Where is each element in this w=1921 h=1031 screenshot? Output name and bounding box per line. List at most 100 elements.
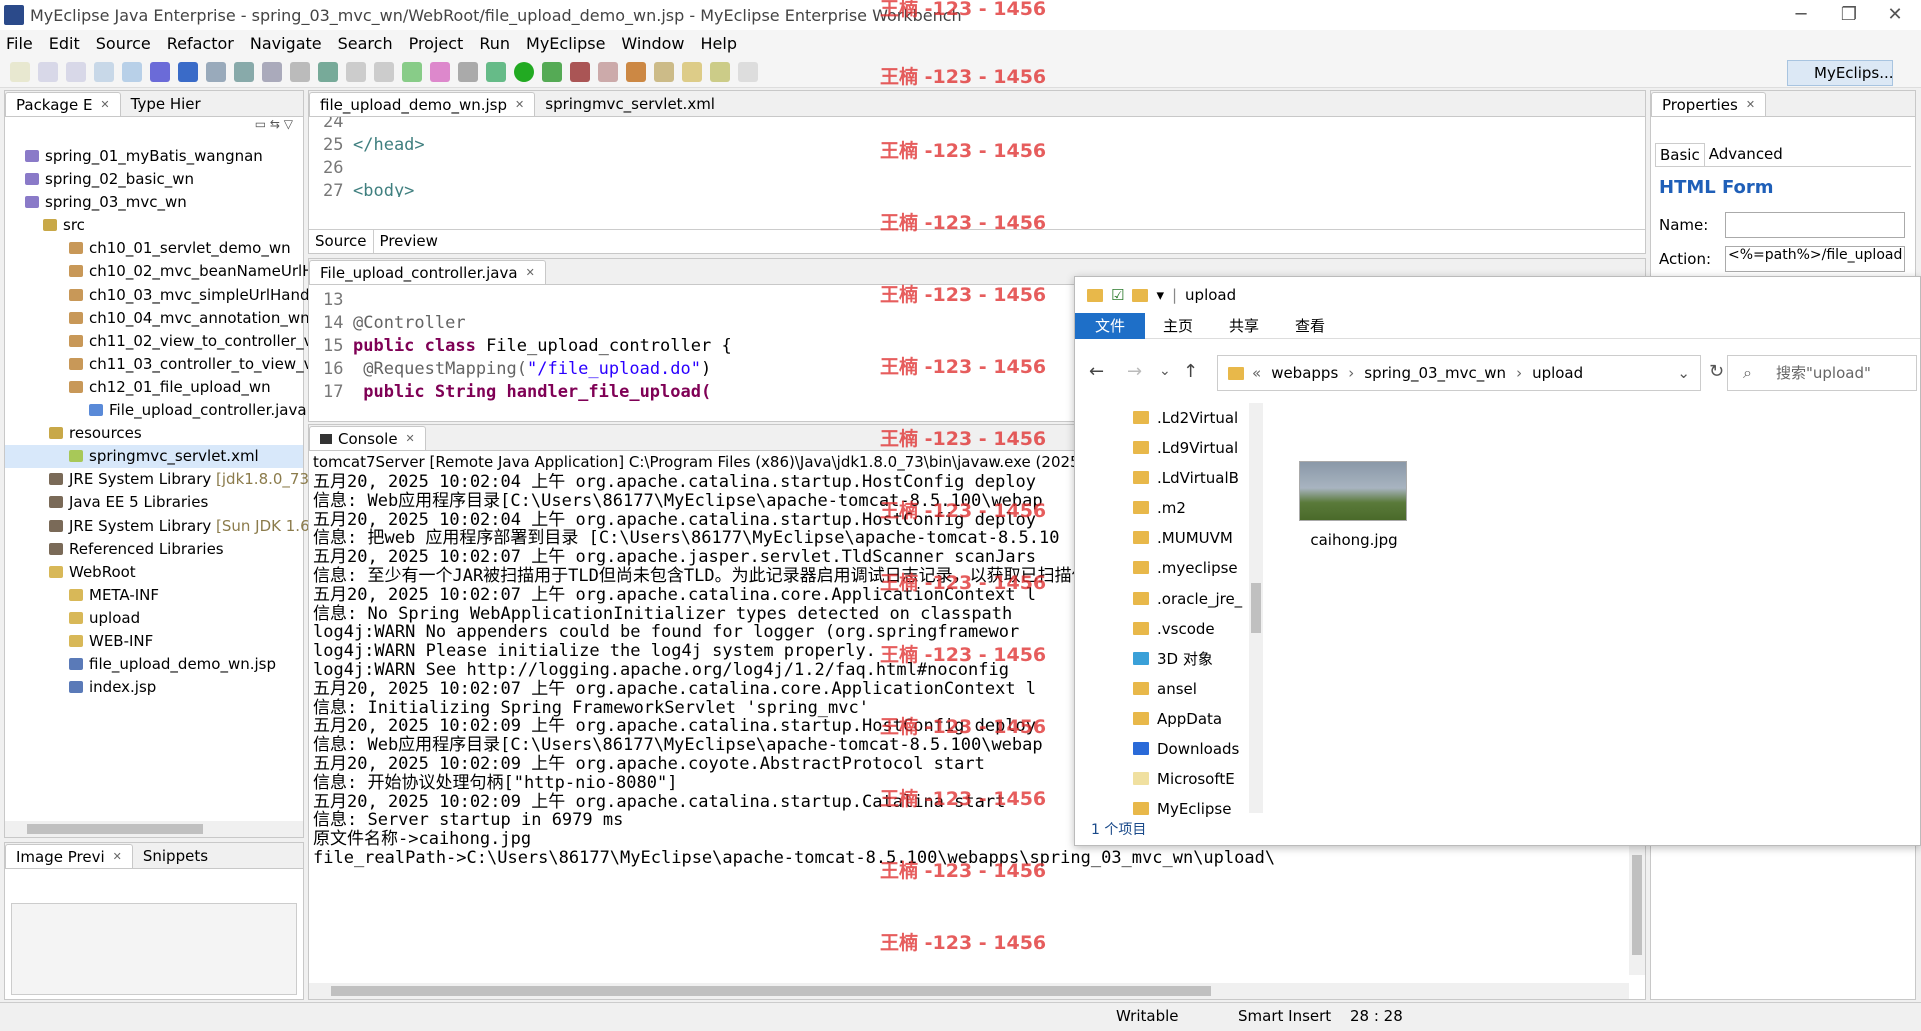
nav-item[interactable]: .Ld2Virtual — [1133, 403, 1247, 433]
browser-icon[interactable] — [206, 61, 226, 82]
breadcrumb-upload[interactable]: upload — [1532, 364, 1583, 382]
last-edit-icon[interactable] — [682, 61, 702, 82]
nav-item[interactable]: .myeclipse — [1133, 553, 1247, 583]
nav-item[interactable]: MicrosoftE — [1133, 764, 1247, 794]
menu-window[interactable]: Window — [621, 34, 684, 53]
tree-item[interactable]: WebRoot — [5, 561, 303, 584]
tab-file-upload-demo-jsp[interactable]: file_upload_demo_wn.jsp ✕ — [309, 92, 536, 116]
close-button[interactable]: ✕ — [1875, 2, 1915, 28]
tree-item[interactable]: JRE System Library [Sun JDK 1.6. — [5, 515, 314, 538]
build-icon[interactable] — [402, 61, 422, 82]
menu-refactor[interactable]: Refactor — [167, 34, 234, 53]
recent-dropdown-icon[interactable]: ⌄ — [1159, 363, 1171, 379]
tree-item[interactable]: WEB-INF — [5, 630, 303, 653]
nav-item[interactable]: AppData — [1133, 704, 1247, 734]
tree-item[interactable]: ch12_01_file_upload_wn — [5, 376, 303, 399]
prev-annotation-icon[interactable] — [654, 61, 674, 82]
nav-pane-scrollbar[interactable] — [1249, 403, 1263, 813]
nav-back-icon[interactable]: ← — [1089, 361, 1104, 382]
tree-item[interactable]: ch10_04_mvc_annotation_wn — [5, 307, 310, 330]
tab-image-preview[interactable]: Image Previ ✕ — [5, 844, 133, 868]
tab-type-hierarchy[interactable]: Type Hier — [121, 92, 211, 116]
menu-source[interactable]: Source — [96, 34, 151, 53]
tree-item[interactable]: spring_03_mvc_wn — [5, 191, 303, 214]
next-annotation-icon[interactable] — [626, 61, 646, 82]
scroll-thumb[interactable] — [27, 824, 203, 834]
deploy-icon[interactable] — [150, 61, 170, 82]
tree-item[interactable]: ch10_01_servlet_demo_wn — [5, 237, 303, 260]
close-icon[interactable]: ✕ — [1746, 93, 1755, 117]
nav-item[interactable]: Downloads — [1133, 734, 1247, 764]
close-icon[interactable]: ✕ — [406, 427, 415, 451]
tree-item[interactable]: resources — [5, 422, 303, 445]
tree-item[interactable]: springmvc_servlet.xml — [5, 445, 303, 469]
connect-icon[interactable] — [234, 61, 254, 82]
scroll-thumb[interactable] — [1632, 855, 1642, 955]
explorer-horizontal-scrollbar[interactable] — [5, 821, 303, 837]
menu-help[interactable]: Help — [701, 34, 737, 53]
ribbon-view-tab[interactable]: 查看 — [1277, 315, 1343, 336]
run-last-icon[interactable] — [542, 61, 562, 82]
action-field[interactable]: <%=path%>/file_upload — [1725, 246, 1905, 272]
stop-icon[interactable] — [598, 61, 618, 82]
tree-item[interactable]: file_upload_demo_wn.jsp — [5, 653, 303, 676]
menu-file[interactable]: File — [6, 34, 33, 53]
task-icon[interactable] — [290, 61, 310, 82]
breadcrumb-overflow[interactable]: « — [1252, 364, 1261, 382]
tab-preview[interactable]: Preview — [374, 230, 444, 253]
nav-forward-icon[interactable] — [738, 61, 758, 82]
scroll-thumb[interactable] — [1251, 583, 1261, 633]
new-icon[interactable] — [10, 61, 30, 82]
tab-console[interactable]: Console ✕ — [309, 426, 426, 450]
nav-item[interactable]: .Ld9Virtual — [1133, 433, 1247, 463]
tab-springmvc-servlet-xml[interactable]: springmvc_servlet.xml — [535, 92, 725, 116]
tree-item[interactable]: File_upload_controller.java — [5, 399, 307, 422]
back-icon[interactable] — [346, 61, 366, 82]
tree-item[interactable]: Java EE 5 Libraries — [5, 491, 303, 514]
address-dropdown-icon[interactable]: ⌄ — [1677, 364, 1690, 382]
link-editor-icon[interactable]: ⇆ — [270, 117, 280, 131]
nav-up-icon[interactable]: ↑ — [1183, 361, 1198, 382]
nav-item[interactable]: .LdVirtualB — [1133, 463, 1247, 493]
tree-item[interactable]: ch10_03_mvc_simpleUrlHandl — [5, 284, 314, 307]
console-horizontal-scrollbar[interactable] — [309, 983, 1629, 999]
wizard-icon[interactable] — [262, 61, 282, 82]
save-all-icon[interactable] — [66, 61, 86, 82]
nav-item[interactable]: .m2 — [1133, 493, 1247, 523]
maximize-button[interactable]: ❐ — [1829, 2, 1869, 28]
server-icon[interactable] — [178, 61, 198, 82]
run-icon[interactable] — [514, 61, 534, 82]
tree-item[interactable]: upload — [5, 607, 303, 630]
forward-icon[interactable] — [374, 61, 394, 82]
palette-icon[interactable] — [430, 61, 450, 82]
tree-item[interactable]: spring_02_basic_wn — [5, 168, 303, 191]
breadcrumb-spring-03-mvc-wn[interactable]: spring_03_mvc_wn — [1364, 364, 1506, 382]
nav-item[interactable]: .oracle_jre_ — [1133, 584, 1247, 614]
tree-item[interactable]: spring_01_myBatis_wangnan — [5, 145, 303, 168]
address-bar[interactable]: « webapps › spring_03_mvc_wn › upload ⌄ — [1217, 355, 1701, 391]
tree-item[interactable]: ch10_02_mvc_beanNameUrlH — [5, 260, 313, 283]
file-item-caihong[interactable]: caihong.jpg — [1299, 461, 1409, 549]
close-icon[interactable]: ✕ — [526, 261, 535, 285]
save-icon[interactable] — [38, 61, 58, 82]
tree-item[interactable]: src — [5, 214, 303, 237]
tree-item[interactable]: META-INF — [5, 584, 303, 607]
print-icon[interactable] — [94, 61, 114, 82]
refresh-icon[interactable]: ↻ — [1709, 361, 1724, 382]
breadcrumb-webapps[interactable]: webapps — [1271, 364, 1338, 382]
collapse-all-icon[interactable]: ▭ — [255, 117, 266, 131]
menu-edit[interactable]: Edit — [49, 34, 80, 53]
qat-dropdown-icon[interactable]: ▾ — [1156, 286, 1164, 304]
nav-item[interactable]: .MUMUVM — [1133, 523, 1247, 553]
myeclipse-perspective-button[interactable]: MyEclips... — [1787, 60, 1894, 86]
ribbon-file-tab[interactable]: 文件 — [1075, 312, 1146, 339]
menu-run[interactable]: Run — [479, 34, 510, 53]
search-input[interactable]: 搜索"upload" — [1727, 355, 1917, 391]
properties-check-icon[interactable]: ☑ — [1111, 286, 1124, 304]
scroll-thumb[interactable] — [331, 986, 1211, 996]
close-icon[interactable]: ✕ — [113, 845, 122, 869]
external-tools-icon[interactable] — [570, 61, 590, 82]
ribbon-share-tab[interactable]: 共享 — [1211, 315, 1277, 336]
minimize-button[interactable]: ─ — [1781, 2, 1821, 28]
tree-item[interactable]: ch11_02_view_to_controller_v — [5, 330, 312, 353]
